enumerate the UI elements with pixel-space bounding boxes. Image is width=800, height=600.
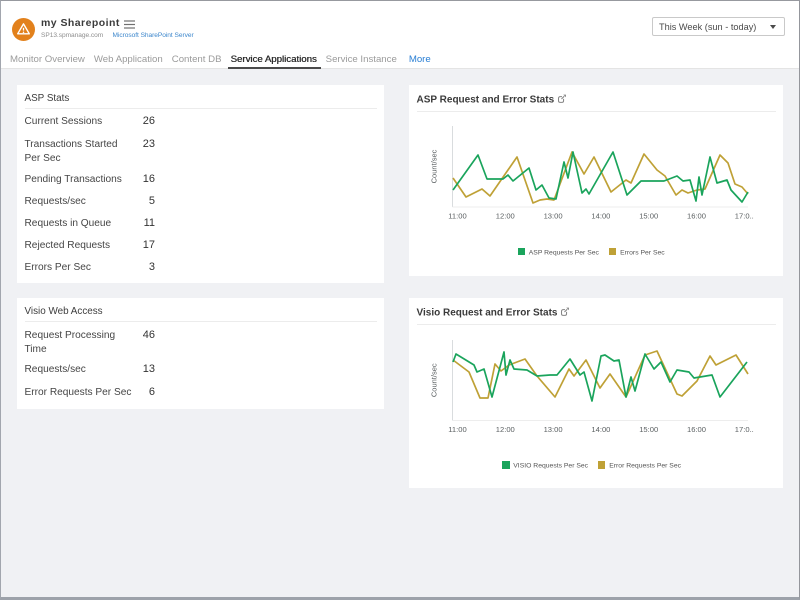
svg-text:17:0..: 17:0.. [735, 425, 754, 434]
svg-text:13:00: 13:00 [544, 425, 563, 434]
svg-text:17:0..: 17:0.. [735, 212, 754, 221]
svg-text:11:00: 11:00 [448, 212, 466, 221]
svg-text:12:00: 12:00 [496, 212, 515, 221]
svg-text:14:00: 14:00 [591, 425, 610, 434]
svg-text:12:00: 12:00 [496, 425, 515, 434]
svg-text:11:00: 11:00 [448, 425, 466, 434]
svg-text:Count/sec: Count/sec [430, 149, 439, 183]
svg-text:16:00: 16:00 [687, 212, 706, 221]
svg-text:15:00: 15:00 [639, 212, 658, 221]
svg-text:Count/sec: Count/sec [430, 363, 439, 397]
svg-text:13:00: 13:00 [544, 212, 563, 221]
svg-text:15:00: 15:00 [639, 425, 658, 434]
svg-text:16:00: 16:00 [687, 425, 706, 434]
svg-text:14:00: 14:00 [591, 212, 610, 221]
